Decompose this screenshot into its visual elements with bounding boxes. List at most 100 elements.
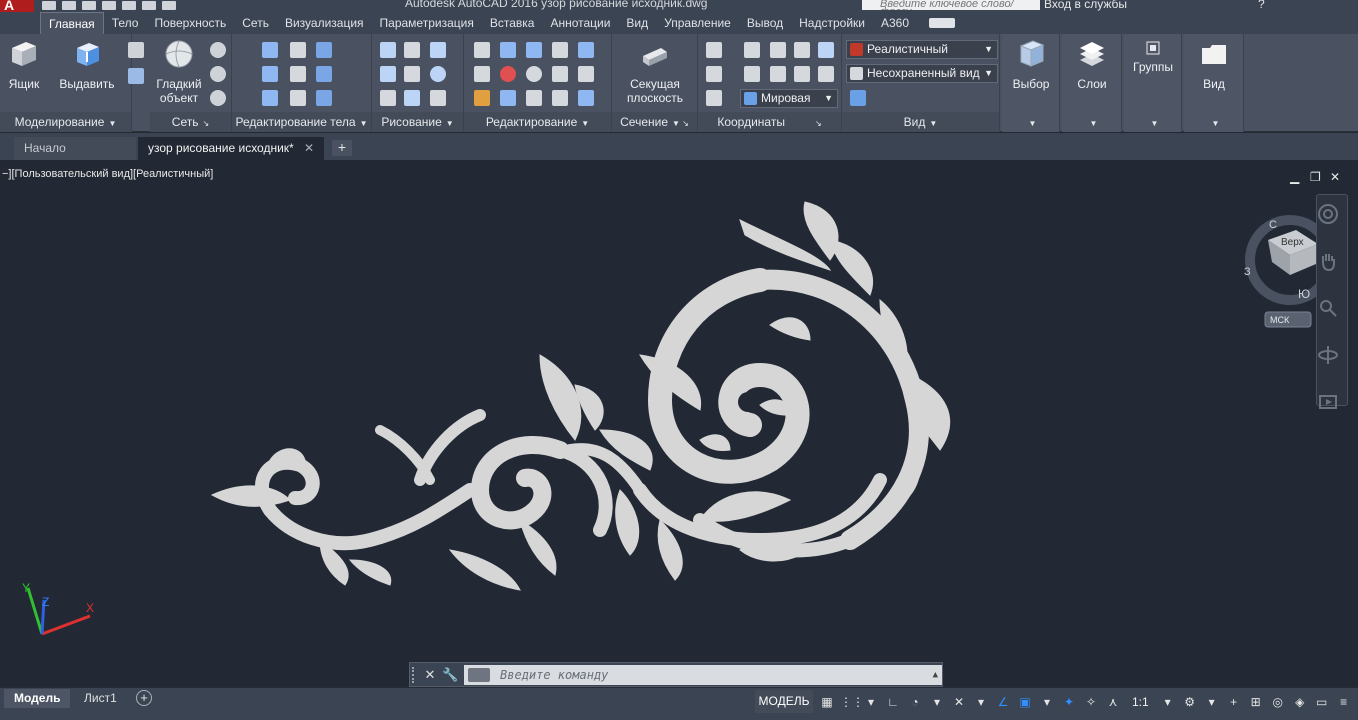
scale-dropdown-icon[interactable]: ▾ xyxy=(1159,693,1177,711)
array-icon[interactable] xyxy=(578,90,594,106)
tab-addins[interactable]: Надстройки xyxy=(791,12,873,34)
erase-icon[interactable] xyxy=(474,90,490,106)
add-layout-icon[interactable]: + xyxy=(136,690,152,706)
grid-icon[interactable]: ▦ xyxy=(818,693,836,711)
annotation-monitor-icon[interactable]: + xyxy=(1225,693,1243,711)
panel-label-view[interactable]: Вид ▼ xyxy=(842,112,999,132)
new-file-icon[interactable] xyxy=(42,1,56,10)
union-icon[interactable] xyxy=(262,42,278,58)
ucs-x-icon[interactable] xyxy=(770,42,786,58)
box-button[interactable]: Ящик xyxy=(6,38,42,91)
selection-button[interactable]: Выбор xyxy=(1008,38,1054,91)
clean-screen-icon[interactable]: ▭ xyxy=(1313,693,1331,711)
command-line-grip[interactable] xyxy=(412,667,418,683)
new-tab-button[interactable]: + xyxy=(332,140,352,156)
panel-label-mesh[interactable]: Сеть ↘ xyxy=(150,112,231,132)
polysolid-icon[interactable] xyxy=(128,68,144,84)
wcs-menu[interactable]: МСК xyxy=(1270,315,1290,325)
command-history-icon[interactable]: ▲ xyxy=(933,665,938,685)
print-icon[interactable] xyxy=(122,1,136,10)
interfere-icon[interactable] xyxy=(290,90,306,106)
scale-icon[interactable] xyxy=(578,66,594,82)
named-view-combo[interactable]: Несохраненный вид ▼ xyxy=(846,64,998,83)
ucs-named-icon[interactable] xyxy=(706,90,722,106)
auto-scale-icon[interactable]: ✧ xyxy=(1082,693,1100,711)
viewcube-north[interactable]: С xyxy=(1269,219,1277,231)
viewcube-south[interactable]: Ю xyxy=(1298,287,1310,301)
ray-icon[interactable] xyxy=(404,66,420,82)
ribbon-toggle-icon[interactable] xyxy=(929,18,956,28)
tab-home[interactable]: Главная xyxy=(40,12,104,34)
customization-menu-icon[interactable]: ≡ xyxy=(1335,693,1353,711)
tab-insert[interactable]: Вставка xyxy=(482,12,543,34)
hardware-acceleration-icon[interactable]: ◈ xyxy=(1291,693,1309,711)
save-as-icon[interactable] xyxy=(102,1,116,10)
slice-icon[interactable] xyxy=(290,66,306,82)
drawing-viewport[interactable]: −][Пользовательский вид][Реалистичный] ▁… xyxy=(0,160,1358,687)
close-tab-icon[interactable]: ✕ xyxy=(304,137,314,160)
panel-expand-groups[interactable]: ▼ xyxy=(1124,112,1181,132)
panel-label-section[interactable]: Сечение ▼ ↘ xyxy=(612,112,697,132)
ucs-y-icon[interactable] xyxy=(794,42,810,58)
circle-array-icon[interactable] xyxy=(526,66,542,82)
presspull-icon[interactable] xyxy=(128,42,144,58)
annotation-scale-icon[interactable]: ⋏ xyxy=(1104,693,1122,711)
file-tab-start[interactable]: Начало xyxy=(14,137,136,160)
polar-dropdown-icon[interactable]: ▾ xyxy=(928,693,946,711)
orbit-icon[interactable] xyxy=(1317,344,1339,366)
layout-tab-model[interactable]: Модель xyxy=(4,689,71,708)
extract-edges-icon[interactable] xyxy=(290,42,306,58)
zoom-extents-icon[interactable] xyxy=(1317,297,1339,319)
viewcube-west[interactable]: З xyxy=(1244,266,1251,278)
tab-view[interactable]: Вид xyxy=(618,12,656,34)
command-line-settings-icon[interactable]: 🔧 xyxy=(442,666,458,684)
login-button[interactable]: Вход в службы xyxy=(1044,0,1127,11)
ellipse-icon[interactable] xyxy=(430,90,446,106)
spline-icon[interactable] xyxy=(380,66,396,82)
mesh-smooth-more-icon[interactable] xyxy=(210,66,226,82)
osnap-dropdown-icon[interactable]: ▾ xyxy=(1038,693,1056,711)
workspace-gear-icon[interactable]: ⚙ xyxy=(1181,693,1199,711)
application-menu-button[interactable]: A xyxy=(0,0,34,12)
extend-icon[interactable] xyxy=(474,66,490,82)
ucs-object-icon[interactable] xyxy=(770,66,786,82)
section-plane-button[interactable]: Секущая плоскость xyxy=(622,38,688,105)
tab-manage[interactable]: Управление xyxy=(656,12,739,34)
circle-icon[interactable] xyxy=(430,66,446,82)
shell-icon[interactable] xyxy=(316,90,332,106)
search-input[interactable]: Введите ключевое слово/фразу xyxy=(862,0,1040,10)
open-file-icon[interactable] xyxy=(62,1,76,10)
panel-label-coordinates[interactable]: Координаты ↘ xyxy=(698,112,841,132)
isodraft-dropdown-icon[interactable]: ▾ xyxy=(972,693,990,711)
osnap-tracking-icon[interactable]: ∠ xyxy=(994,693,1012,711)
viewcube-top-face[interactable]: Верх xyxy=(1281,237,1304,248)
panel-expand-selection[interactable]: ▼ xyxy=(1002,112,1059,132)
undo-icon[interactable] xyxy=(142,1,156,10)
tab-mesh[interactable]: Сеть xyxy=(234,12,277,34)
panel-label-modify[interactable]: Редактирование ▼ xyxy=(464,112,611,132)
tab-surface[interactable]: Поверхность xyxy=(146,12,234,34)
line-icon[interactable] xyxy=(380,42,396,58)
redo-icon[interactable] xyxy=(162,1,176,10)
polygon-icon[interactable] xyxy=(380,90,396,106)
ucs-world-icon[interactable] xyxy=(744,42,760,58)
snap-icon[interactable]: ⋮⋮ xyxy=(840,693,864,711)
panel-expand-view-extra[interactable]: ▼ xyxy=(1184,112,1243,132)
isodraft-icon[interactable]: ✕ xyxy=(950,693,968,711)
3d-move-icon[interactable] xyxy=(500,90,516,106)
fillet-icon[interactable] xyxy=(500,42,516,58)
ucs-3point-icon[interactable] xyxy=(818,66,834,82)
groups-button[interactable]: Группы xyxy=(1128,38,1178,74)
file-tab-drawing[interactable]: узор рисование исходник* ✕ xyxy=(138,137,324,160)
stretch-icon[interactable] xyxy=(526,90,542,106)
arc-icon[interactable] xyxy=(430,42,446,58)
ucs-view-icon[interactable] xyxy=(744,66,760,82)
workspace-dropdown-icon[interactable]: ▾ xyxy=(1203,693,1221,711)
smooth-object-button[interactable]: Гладкий объект xyxy=(154,38,204,105)
tab-solid[interactable]: Тело xyxy=(104,12,147,34)
command-line-close-icon[interactable]: ✕ xyxy=(422,666,438,684)
separate-icon[interactable] xyxy=(316,66,332,82)
intersect-icon[interactable] xyxy=(262,90,278,106)
osnap-icon[interactable]: ▣ xyxy=(1016,693,1034,711)
polyline-icon[interactable] xyxy=(404,42,420,58)
